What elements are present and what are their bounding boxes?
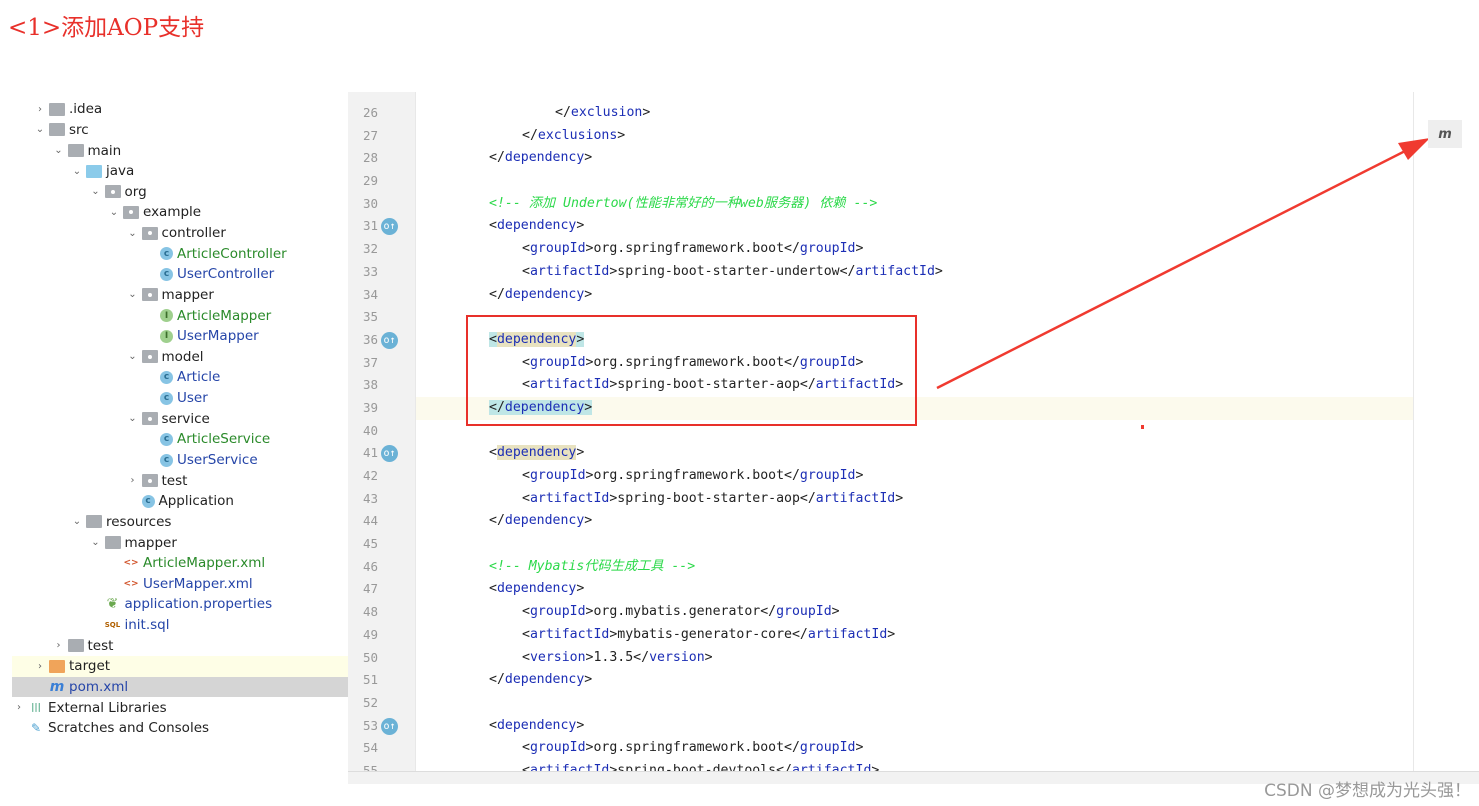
watermark: CSDN @梦想成为光头强！ (1264, 781, 1471, 801)
annotation-arrow (936, 138, 1430, 429)
maven-reload-icon[interactable]: m (1428, 120, 1462, 148)
